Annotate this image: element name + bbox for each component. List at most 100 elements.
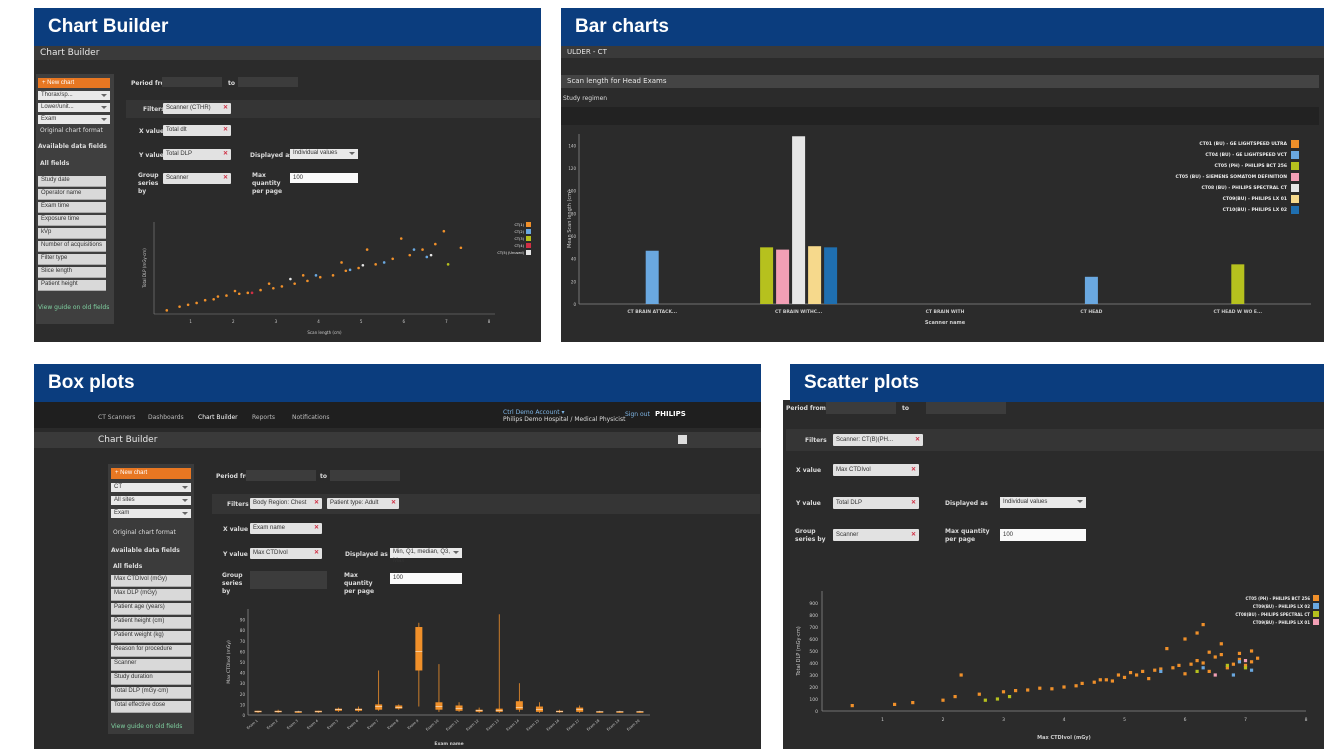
period-from-input[interactable] bbox=[162, 77, 222, 87]
y-tick-label: 600 bbox=[809, 637, 818, 643]
remove-icon[interactable]: ✕ bbox=[314, 548, 319, 558]
list-item[interactable]: Patient age (years) bbox=[111, 603, 191, 615]
y-tick-label: 900 bbox=[809, 601, 818, 607]
new-chart-button[interactable]: + New chart bbox=[111, 468, 191, 479]
legend-label: CT05 (PH) - PHILIPS BCT 256 bbox=[1246, 596, 1311, 601]
list-item[interactable]: Patient height bbox=[38, 280, 106, 291]
list-item[interactable]: Total DLP (mGy·cm) bbox=[111, 687, 191, 699]
max-quantity-label: Max quantity per page bbox=[344, 572, 375, 595]
remove-icon[interactable]: ✕ bbox=[223, 173, 228, 183]
max-quantity-label: Max quantity per page bbox=[252, 172, 283, 195]
remove-icon[interactable]: ✕ bbox=[911, 529, 916, 541]
select-1[interactable]: CT bbox=[111, 483, 191, 492]
new-chart-button[interactable]: + New chart bbox=[38, 78, 110, 88]
nav-item[interactable]: Reports bbox=[252, 414, 275, 421]
period-to-input[interactable] bbox=[926, 402, 1006, 414]
x-tick-label: Exam 8 bbox=[387, 719, 400, 731]
remove-icon[interactable]: ✕ bbox=[391, 498, 396, 508]
legend-swatch bbox=[1313, 619, 1319, 625]
list-item[interactable]: Filter type bbox=[38, 254, 106, 265]
sign-out-link[interactable]: Sign out bbox=[625, 411, 650, 418]
list-item[interactable]: Max CTDIvol (mGy) bbox=[111, 575, 191, 587]
remove-icon[interactable]: ✕ bbox=[915, 434, 920, 446]
list-item[interactable]: Study date bbox=[38, 176, 106, 187]
list-item[interactable]: Exposure time bbox=[38, 215, 106, 226]
remove-icon[interactable]: ✕ bbox=[314, 498, 319, 508]
user-account[interactable]: Ctrl Demo Account ▾ bbox=[503, 409, 564, 416]
group-chip[interactable]: Scanner ✕ bbox=[163, 173, 231, 184]
remove-icon[interactable]: ✕ bbox=[911, 497, 916, 509]
period-to-input[interactable] bbox=[330, 470, 400, 481]
select-1[interactable]: Thorax/sp... bbox=[38, 91, 110, 100]
list-item[interactable]: kVp bbox=[38, 228, 106, 239]
x-tick-label: Exam 16 bbox=[546, 719, 560, 732]
dlp-scatter-chart: 0 100 200 300 400 500 600 700 800 900 1 2 3 4 5 6 7 8 Tota… bbox=[796, 591, 1319, 741]
x-value-chip[interactable]: Total dlt ✕ bbox=[163, 125, 231, 136]
x-tick-label: Exam 15 bbox=[526, 719, 540, 732]
download-icon[interactable] bbox=[678, 435, 687, 444]
period-to-input[interactable] bbox=[238, 77, 298, 87]
data-point bbox=[195, 301, 198, 305]
nav-item[interactable]: CT Scanners bbox=[98, 414, 135, 421]
remove-icon[interactable]: ✕ bbox=[223, 103, 228, 113]
nav-item[interactable]: Dashboards bbox=[148, 414, 184, 421]
select-2[interactable]: Lower/unit... bbox=[38, 103, 110, 112]
data-point bbox=[1213, 655, 1217, 659]
nav-item[interactable]: Chart Builder bbox=[198, 414, 238, 421]
remove-icon[interactable]: ✕ bbox=[911, 464, 916, 476]
max-quantity-input[interactable]: 100 bbox=[290, 173, 358, 183]
displayed-as-select[interactable]: Individual values bbox=[1000, 497, 1086, 508]
list-item[interactable]: Patient height (cm) bbox=[111, 617, 191, 629]
list-item[interactable]: Max DLP (mGy) bbox=[111, 589, 191, 601]
list-item[interactable]: Number of acquisitions bbox=[38, 241, 106, 252]
period-from-input[interactable] bbox=[826, 402, 896, 414]
select-3[interactable]: Exam bbox=[38, 115, 110, 124]
max-quantity-input[interactable]: 100 bbox=[390, 573, 462, 584]
list-item[interactable]: Reason for procedure bbox=[111, 645, 191, 657]
list-item[interactable]: Operator name bbox=[38, 189, 106, 200]
displayed-as-select[interactable]: Min, Q1, median, Q3, Max bbox=[390, 548, 462, 564]
y-axis-label: Total DLP (mGy·cm) bbox=[142, 248, 147, 289]
remove-icon[interactable]: ✕ bbox=[223, 149, 228, 159]
group-chip[interactable]: Scanner ✕ bbox=[833, 529, 919, 541]
filter-chip-2[interactable]: Patient type: Adult ✕ bbox=[327, 498, 399, 509]
hospital-label: Philips Demo Hospital / Medical Physicis… bbox=[503, 416, 626, 423]
available-fields-label: Available data fields bbox=[111, 547, 180, 554]
remove-icon[interactable]: ✕ bbox=[314, 523, 319, 533]
group-by-input[interactable] bbox=[250, 571, 327, 589]
period-label: Period from bbox=[786, 405, 826, 412]
select-2[interactable]: All sites bbox=[111, 496, 191, 505]
data-point bbox=[1213, 673, 1217, 677]
x-value-chip[interactable]: Max CTDIvol ✕ bbox=[833, 464, 919, 476]
list-item[interactable]: Study duration bbox=[111, 673, 191, 685]
list-item[interactable]: Total effective dose bbox=[111, 701, 191, 713]
y-value-chip[interactable]: Total DLP ✕ bbox=[833, 497, 919, 509]
max-quantity-input[interactable]: 100 bbox=[1000, 529, 1086, 541]
x-value-chip[interactable]: Exam name ✕ bbox=[250, 523, 322, 534]
y-value-chip[interactable]: Max CTDIvol ✕ bbox=[250, 548, 322, 559]
data-point bbox=[246, 291, 250, 295]
list-item[interactable]: Exam time bbox=[38, 202, 106, 213]
green-link[interactable]: View guide on old fields bbox=[38, 304, 109, 311]
list-item[interactable]: Patient weight (kg) bbox=[111, 631, 191, 643]
radio-label[interactable]: Original chart format bbox=[113, 529, 176, 536]
select-3[interactable]: Exam bbox=[111, 509, 191, 518]
legend-swatch bbox=[1313, 603, 1319, 609]
list-item[interactable]: Scanner bbox=[111, 659, 191, 671]
list-item[interactable]: Slice length bbox=[38, 267, 106, 278]
subheader: Study regimen bbox=[563, 95, 608, 102]
y-value-chip[interactable]: Total DLP ✕ bbox=[163, 149, 231, 160]
data-point bbox=[442, 229, 446, 233]
displayed-as-select[interactable]: Individual values bbox=[290, 149, 358, 159]
radio-label[interactable]: Original chart format bbox=[40, 127, 103, 134]
legend-swatch bbox=[1291, 140, 1299, 148]
remove-icon[interactable]: ✕ bbox=[223, 125, 228, 135]
period-from-input[interactable] bbox=[246, 470, 316, 481]
green-link[interactable]: View guide on old fields bbox=[111, 723, 182, 730]
filter-chip[interactable]: Scanner (CTHR) ✕ bbox=[163, 103, 231, 114]
filter-chip[interactable]: Scanner: CT(B)(PH... ✕ bbox=[833, 434, 923, 446]
legend-swatch bbox=[1291, 195, 1299, 203]
filter-chip-1[interactable]: Body Region: Chest ✕ bbox=[250, 498, 322, 509]
nav-item[interactable]: Notifications bbox=[292, 414, 330, 421]
x-value-label: X value bbox=[223, 526, 249, 533]
